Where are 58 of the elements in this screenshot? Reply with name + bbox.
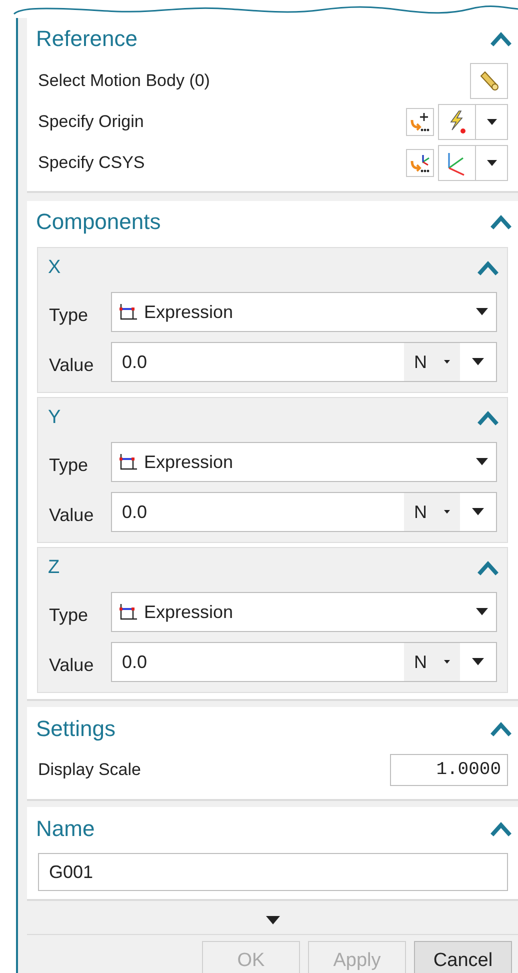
type-dropdown[interactable]: Expression — [111, 442, 497, 482]
caret-icon — [472, 508, 484, 516]
csys-dialog-button[interactable] — [406, 148, 434, 176]
dimension-icon — [118, 603, 138, 621]
dropdown-button[interactable] — [476, 144, 508, 180]
scale-field[interactable]: 1.0000 — [390, 754, 508, 786]
field-label: Type — [49, 455, 90, 477]
caret-icon — [486, 118, 496, 124]
inferred-csys-button[interactable] — [438, 144, 476, 180]
caret-icon — [444, 360, 450, 364]
type-dropdown[interactable]: Expression — [111, 292, 497, 332]
section-title: Name — [36, 816, 95, 842]
dimension-icon — [118, 453, 138, 471]
caret-icon — [476, 308, 488, 316]
type-dropdown[interactable]: Expression — [111, 592, 497, 632]
caret-icon — [472, 658, 484, 666]
collapse-icon[interactable] — [477, 410, 499, 426]
unit-dropdown[interactable]: N — [404, 643, 460, 681]
section-title: Settings — [36, 716, 116, 742]
value-field[interactable]: 0.0 N — [111, 342, 497, 382]
dialog-button[interactable]: Cancel — [414, 941, 512, 973]
group-title: Z — [48, 557, 60, 579]
caret-icon — [472, 358, 484, 366]
field-label: Specify CSYS — [38, 152, 145, 172]
collapse-icon[interactable] — [477, 260, 499, 276]
field-label: Type — [49, 605, 90, 627]
name-field[interactable]: G001 — [38, 853, 508, 891]
collapse-icon[interactable] — [490, 821, 512, 837]
caret-icon — [476, 608, 488, 616]
field-label: Type — [49, 305, 90, 327]
dimension-icon — [118, 303, 138, 321]
section-title: Components — [36, 209, 161, 235]
inferred-point-button[interactable] — [438, 104, 476, 140]
point-dialog-button[interactable] — [406, 108, 434, 136]
more-options-icon — [266, 916, 280, 925]
collapse-icon[interactable] — [490, 214, 512, 230]
unit-dropdown[interactable]: N — [404, 343, 460, 381]
select-body-button[interactable] — [470, 62, 508, 98]
collapse-icon[interactable] — [490, 721, 512, 737]
field-label: Select Motion Body (0) — [38, 70, 210, 90]
group-title: Y — [48, 407, 61, 429]
section-title: Reference — [36, 26, 138, 52]
collapse-icon[interactable] — [477, 560, 499, 576]
field-label: Display Scale — [38, 760, 141, 780]
field-label: Specify Origin — [38, 112, 144, 132]
caret-icon — [476, 458, 488, 466]
field-label: Value — [49, 355, 95, 377]
unit-dropdown[interactable]: N — [404, 493, 460, 531]
dropdown-button[interactable] — [476, 104, 508, 140]
field-label: Value — [49, 655, 95, 677]
caret-icon — [444, 510, 450, 514]
caret-icon — [444, 660, 450, 664]
collapse-icon[interactable] — [490, 31, 512, 47]
field-label: Value — [49, 505, 95, 527]
value-field[interactable]: 0.0 N — [111, 492, 497, 532]
caret-icon — [486, 160, 496, 166]
group-title: X — [48, 257, 61, 279]
value-field[interactable]: 0.0 N — [111, 642, 497, 682]
